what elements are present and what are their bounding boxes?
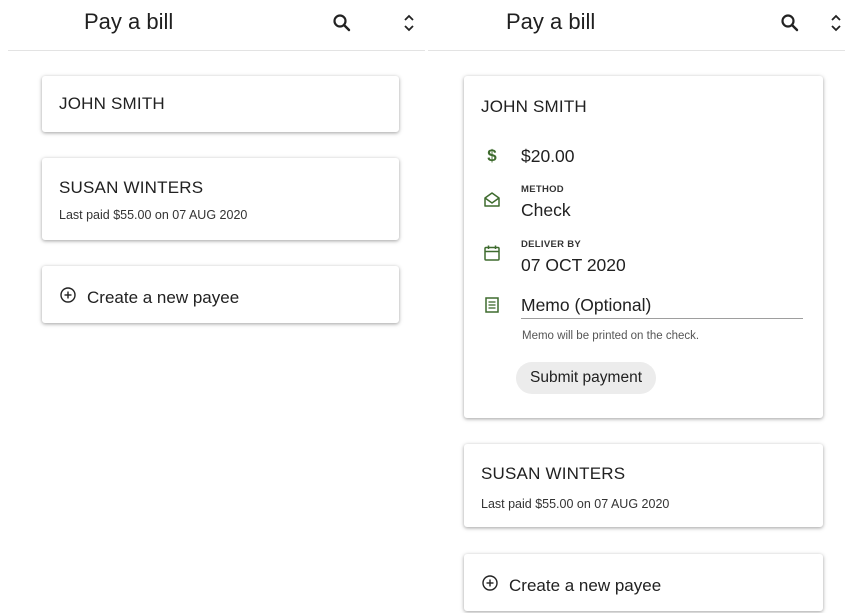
svg-text:$: $ xyxy=(487,146,497,164)
search-icon[interactable] xyxy=(778,11,802,35)
payee-card-john-smith-expanded: JOHN SMITH $ $20.00 METHOD Check DELIVER… xyxy=(464,76,823,418)
unfold-more-icon[interactable] xyxy=(824,11,845,35)
payee-card-susan-winters[interactable]: SUSAN WINTERS Last paid $55.00 on 07 AUG… xyxy=(464,444,823,527)
top-app-bar: Pay a bill xyxy=(428,0,845,50)
header-divider xyxy=(428,50,845,51)
payee-name[interactable]: JOHN SMITH xyxy=(481,97,587,117)
payee-name: SUSAN WINTERS xyxy=(481,464,626,483)
create-payee-label: Create a new payee xyxy=(509,575,662,595)
last-paid-text: Last paid $55.00 on 07 AUG 2020 xyxy=(481,497,670,511)
payee-card-john-smith[interactable]: JOHN SMITH xyxy=(42,76,399,132)
add-circle-outline-icon xyxy=(59,286,87,309)
unfold-more-icon[interactable] xyxy=(397,11,421,35)
search-icon[interactable] xyxy=(330,11,354,35)
method-value[interactable]: Check xyxy=(521,200,571,221)
payee-name: JOHN SMITH xyxy=(59,94,165,113)
submit-payment-button[interactable]: Submit payment xyxy=(516,362,656,394)
add-circle-outline-icon xyxy=(481,574,509,597)
pay-bill-screen-collapsed: Pay a bill JOHN SMITH SUSAN WINTERS Last… xyxy=(0,0,425,613)
dollar-icon: $ xyxy=(483,146,501,165)
page-title: Pay a bill xyxy=(84,9,174,34)
memo-input[interactable] xyxy=(521,292,803,319)
page-title: Pay a bill xyxy=(506,9,596,34)
create-payee-label: Create a new payee xyxy=(87,287,240,307)
top-app-bar: Pay a bill xyxy=(0,0,425,50)
calendar-icon xyxy=(483,244,501,262)
pay-bill-screen-expanded: Pay a bill JOHN SMITH $ $20.00 METHOD Ch… xyxy=(428,0,845,613)
deliver-by-label: DELIVER BY xyxy=(521,239,582,250)
memo-icon xyxy=(483,296,501,314)
create-payee-card[interactable]: Create a new payee xyxy=(42,266,399,323)
mail-icon xyxy=(483,191,501,209)
memo-helper-text: Memo will be printed on the check. xyxy=(522,330,700,342)
create-payee-card[interactable]: Create a new payee xyxy=(464,554,823,611)
method-label: METHOD xyxy=(521,184,564,195)
payee-name: SUSAN WINTERS xyxy=(59,178,204,197)
create-payee-button[interactable]: Create a new payee xyxy=(59,286,239,309)
header-divider xyxy=(8,50,425,51)
last-paid-text: Last paid $55.00 on 07 AUG 2020 xyxy=(59,208,248,222)
payment-amount[interactable]: $20.00 xyxy=(521,146,575,167)
deliver-by-value[interactable]: 07 OCT 2020 xyxy=(521,255,626,276)
payee-card-susan-winters[interactable]: SUSAN WINTERS Last paid $55.00 on 07 AUG… xyxy=(42,158,399,240)
create-payee-button[interactable]: Create a new payee xyxy=(481,574,661,597)
